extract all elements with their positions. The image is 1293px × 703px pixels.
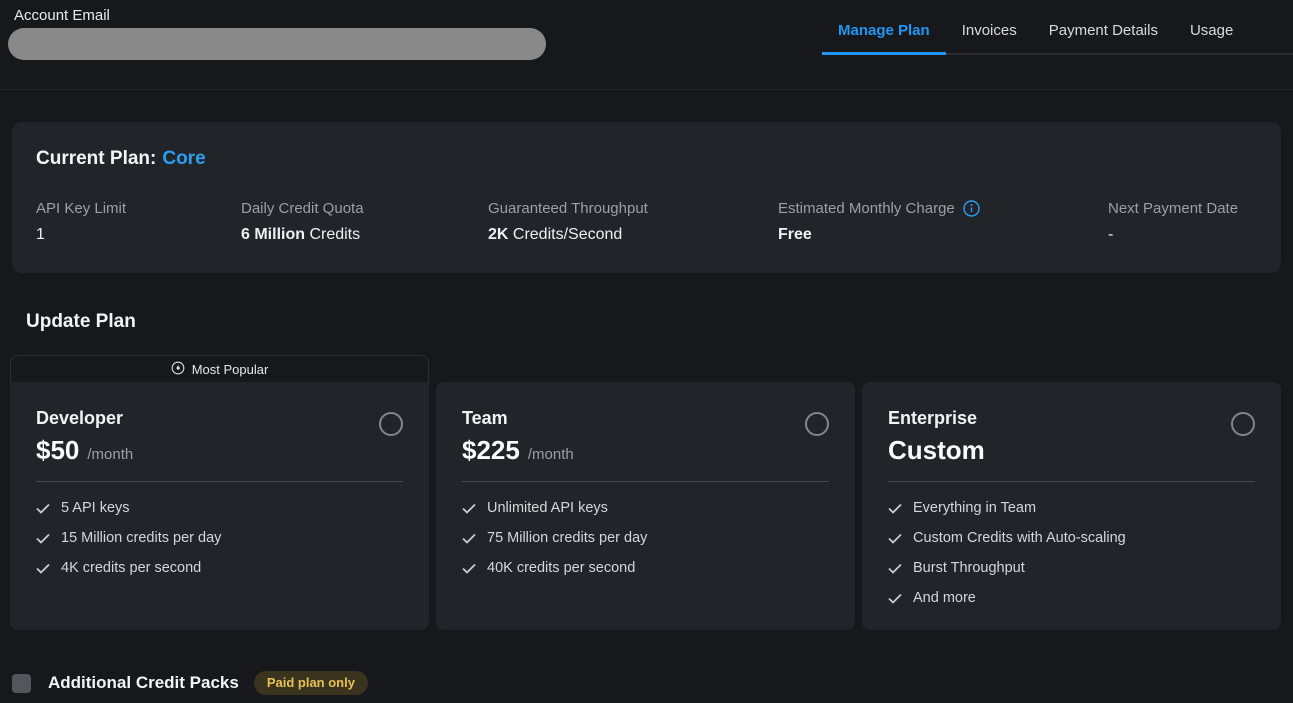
stat-value: 6 Million Credits [241, 226, 488, 244]
plan-card-developer[interactable]: Developer $50 /month 5 API keys 15 Milli… [10, 382, 429, 630]
plan-radio-developer[interactable] [379, 412, 403, 436]
stat-daily-credit-quota: Daily Credit Quota 6 Million Credits [241, 200, 488, 244]
plan-column-developer: Most Popular Developer $50 /month 5 API … [10, 355, 429, 630]
check-icon [462, 533, 476, 544]
stat-label: Guaranteed Throughput [488, 200, 648, 217]
account-email-label: Account Email [14, 7, 110, 24]
most-popular-badge: Most Popular [10, 355, 429, 382]
check-icon [888, 593, 902, 604]
plan-name: Developer [36, 408, 133, 429]
current-plan-card: Current Plan: Core API Key Limit 1 Daily … [12, 122, 1281, 273]
tab-payment-details[interactable]: Payment Details [1033, 13, 1174, 53]
check-icon [888, 533, 902, 544]
current-plan-name: Core [162, 148, 205, 169]
stat-value: 2K Credits/Second [488, 226, 778, 244]
card-divider [888, 481, 1255, 482]
plan-period: /month [528, 446, 574, 463]
feature-item: 15 Million credits per day [36, 530, 403, 546]
stat-estimated-monthly-charge: Estimated Monthly Charge Free [778, 200, 1108, 244]
additional-credit-packs-row: Additional Credit Packs Paid plan only [12, 671, 1293, 695]
stat-guaranteed-throughput: Guaranteed Throughput 2K Credits/Second [488, 200, 778, 244]
card-divider [36, 481, 403, 482]
feature-list: Unlimited API keys 75 Million credits pe… [462, 500, 829, 576]
check-icon [888, 503, 902, 514]
stat-next-payment-date: Next Payment Date - [1108, 200, 1257, 244]
plan-card-enterprise[interactable]: Enterprise Custom Everything in Team Cus… [862, 382, 1281, 630]
paid-plan-only-badge: Paid plan only [254, 671, 368, 695]
tab-usage[interactable]: Usage [1174, 13, 1249, 53]
tab-manage-plan[interactable]: Manage Plan [822, 13, 946, 55]
plan-column-enterprise: Enterprise Custom Everything in Team Cus… [862, 355, 1281, 630]
page-header: Account Email Manage Plan Invoices Payme… [0, 0, 1293, 90]
billing-tabs: Manage Plan Invoices Payment Details Usa… [822, 13, 1293, 55]
feature-item: Everything in Team [888, 500, 1255, 516]
stat-label: Daily Credit Quota [241, 200, 364, 217]
plan-name: Team [462, 408, 574, 429]
pricing-cards: Most Popular Developer $50 /month 5 API … [10, 355, 1281, 630]
feature-item: 5 API keys [36, 500, 403, 516]
check-icon [462, 503, 476, 514]
feature-item: And more [888, 590, 1255, 606]
card-divider [462, 481, 829, 482]
feature-list: 5 API keys 15 Million credits per day 4K… [36, 500, 403, 576]
strip-spacer [436, 355, 855, 382]
plan-period: /month [87, 446, 133, 463]
most-popular-label: Most Popular [192, 362, 269, 377]
plan-name: Enterprise [888, 408, 993, 429]
feature-item: 4K credits per second [36, 560, 403, 576]
strip-spacer [862, 355, 1281, 382]
plan-price: Custom [888, 435, 985, 466]
feature-item: Custom Credits with Auto-scaling [888, 530, 1255, 546]
credit-packs-checkbox[interactable] [12, 674, 31, 693]
feature-item: Burst Throughput [888, 560, 1255, 576]
plan-radio-team[interactable] [805, 412, 829, 436]
stat-label: API Key Limit [36, 200, 126, 217]
plan-stats: API Key Limit 1 Daily Credit Quota 6 Mil… [36, 200, 1257, 244]
current-plan-title: Current Plan: Core [36, 148, 1257, 170]
stat-label: Next Payment Date [1108, 200, 1238, 217]
current-plan-prefix: Current Plan: [36, 148, 156, 169]
stat-label: Estimated Monthly Charge [778, 200, 955, 217]
stat-api-key-limit: API Key Limit 1 [36, 200, 241, 244]
plan-price: $225 [462, 435, 520, 466]
stat-value: Free [778, 226, 1108, 244]
feature-item: Unlimited API keys [462, 500, 829, 516]
check-icon [36, 503, 50, 514]
check-icon [888, 563, 902, 574]
account-email-field[interactable] [8, 28, 546, 60]
update-plan-heading: Update Plan [26, 311, 1293, 333]
check-icon [462, 563, 476, 574]
credit-packs-label: Additional Credit Packs [48, 673, 239, 693]
plan-radio-enterprise[interactable] [1231, 412, 1255, 436]
feature-item: 40K credits per second [462, 560, 829, 576]
plan-column-team: Team $225 /month Unlimited API keys 75 M… [436, 355, 855, 630]
tab-invoices[interactable]: Invoices [946, 13, 1033, 53]
stat-value: - [1108, 226, 1257, 244]
info-icon[interactable] [963, 200, 980, 217]
plan-price: $50 [36, 435, 79, 466]
plan-card-team[interactable]: Team $225 /month Unlimited API keys 75 M… [436, 382, 855, 630]
feature-item: 75 Million credits per day [462, 530, 829, 546]
stat-value: 1 [36, 226, 241, 244]
check-icon [36, 563, 50, 574]
flame-icon [171, 361, 185, 378]
feature-list: Everything in Team Custom Credits with A… [888, 500, 1255, 606]
check-icon [36, 533, 50, 544]
